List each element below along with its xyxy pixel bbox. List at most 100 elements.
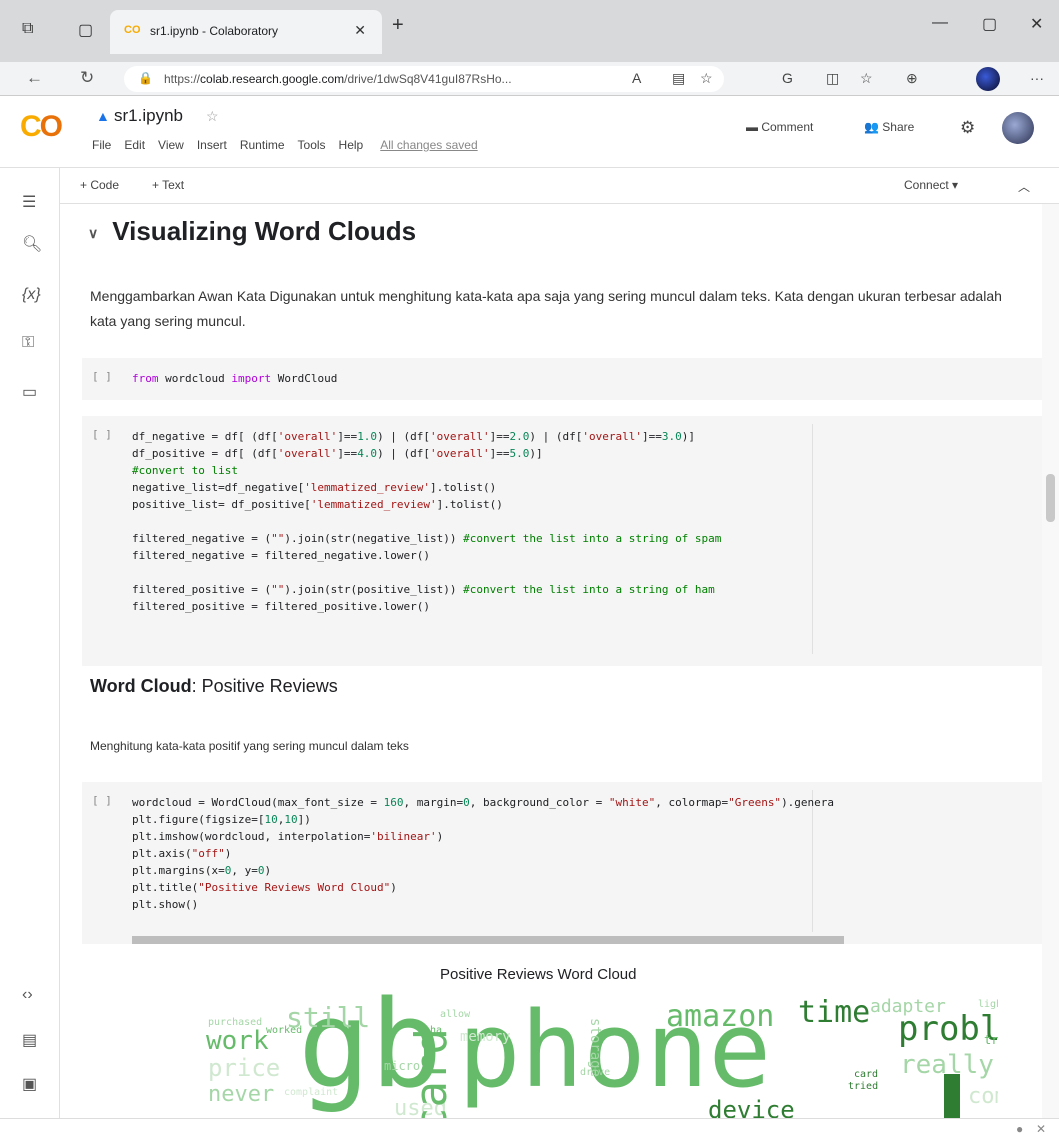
- word: b card: [406, 1028, 457, 1118]
- word: card: [854, 1069, 879, 1080]
- word: price: [208, 1054, 281, 1082]
- word: memory: [460, 1029, 511, 1045]
- cell-horizontal-scrollbar[interactable]: [132, 936, 844, 944]
- code-text[interactable]: wordcloud = WordCloud(max_font_size = 16…: [132, 794, 834, 913]
- left-sidebar: ☰ 🔍︎ {x} ⚿ ▭ ‹› ▤ ▣: [0, 168, 60, 1118]
- word: time: [798, 995, 871, 1030]
- chevron-down-icon[interactable]: ∨: [88, 225, 98, 242]
- gear-icon[interactable]: ⚙: [960, 118, 975, 138]
- word: problem: [898, 1009, 998, 1049]
- run-cell-bracket[interactable]: [ ]: [92, 794, 112, 807]
- drive-icon: ▲: [96, 108, 110, 124]
- word: come: [968, 1084, 998, 1109]
- close-status-icon[interactable]: ✕: [1036, 1122, 1046, 1136]
- cell-ruler: [812, 424, 813, 654]
- word: storage: [587, 1018, 603, 1078]
- address-bar: ← ↻ 🔒 https://colab.research.google.com/…: [0, 62, 1059, 96]
- subheading: Word Cloud: Positive Reviews: [90, 676, 338, 696]
- lock-icon[interactable]: 🔒: [138, 71, 153, 85]
- status-bar: ● ✕: [0, 1118, 1059, 1140]
- save-status[interactable]: All changes saved: [380, 138, 477, 152]
- terminal-icon[interactable]: ▣: [22, 1074, 37, 1094]
- menu-bar: File Edit View Insert Runtime Tools Help…: [92, 138, 478, 152]
- menu-view[interactable]: View: [158, 138, 184, 152]
- menu-runtime[interactable]: Runtime: [240, 138, 285, 152]
- vertical-scrollbar[interactable]: [1042, 204, 1059, 1118]
- chevron-down-icon[interactable]: ▾: [952, 178, 958, 192]
- menu-tools[interactable]: Tools: [298, 138, 326, 152]
- menu-edit[interactable]: Edit: [124, 138, 145, 152]
- search-icon[interactable]: 🔍︎: [22, 234, 42, 254]
- word: worked: [266, 1025, 303, 1036]
- read-aloud-icon[interactable]: A: [632, 70, 641, 86]
- add-text-button[interactable]: + Text: [152, 178, 184, 192]
- menu-help[interactable]: Help: [339, 138, 364, 152]
- share-button[interactable]: 👥 Share: [864, 120, 914, 134]
- word: allow: [440, 1009, 471, 1020]
- colab-favicon-icon: CO: [124, 24, 141, 36]
- close-window-icon[interactable]: ✕: [1030, 14, 1043, 34]
- tabs-icon[interactable]: ▢: [78, 20, 93, 40]
- user-avatar[interactable]: [1002, 112, 1034, 144]
- cell-toolbar: + Code + Text Connect ▾ ︿: [60, 168, 1059, 204]
- table-of-contents-icon[interactable]: ☰: [22, 192, 36, 212]
- star-icon[interactable]: ☆: [206, 108, 219, 125]
- section-heading: ∨ Visualizing Word Clouds: [88, 216, 417, 246]
- code-cell-filter[interactable]: [ ] df_negative = df[ (df['overall']==1.…: [82, 416, 1042, 666]
- scrollbar-thumb[interactable]: [1046, 474, 1055, 522]
- connect-button[interactable]: Connect ▾: [904, 178, 958, 192]
- favorites-icon[interactable]: ☆: [860, 70, 873, 87]
- notebook-filename[interactable]: sr1.ipynb: [114, 106, 183, 126]
- subheading-text: Menghitung kata-kata positif yang sering…: [90, 739, 409, 753]
- variables-icon[interactable]: {x}: [22, 286, 41, 304]
- word: never: [208, 1082, 275, 1107]
- new-tab-icon[interactable]: +: [392, 14, 404, 37]
- back-icon[interactable]: ←: [26, 68, 43, 88]
- command-palette-icon[interactable]: ▤: [22, 1030, 37, 1050]
- favorite-icon[interactable]: ☆: [700, 70, 713, 87]
- status-dot-icon: ●: [1016, 1122, 1024, 1136]
- menu-file[interactable]: File: [92, 138, 111, 152]
- key-icon[interactable]: ⚿: [22, 334, 34, 352]
- browser-profile-avatar[interactable]: [976, 67, 1000, 91]
- word: transfer: [984, 1033, 998, 1047]
- code-text[interactable]: from wordcloud import WordCloud: [132, 370, 337, 387]
- folder-icon[interactable]: ▭: [22, 382, 37, 402]
- word: complaint: [284, 1087, 339, 1098]
- collapse-header-icon[interactable]: ︿: [1018, 178, 1030, 195]
- more-icon[interactable]: ···: [1030, 70, 1044, 86]
- collections-icon[interactable]: ⊕: [906, 70, 918, 87]
- tab-actions-icon[interactable]: ⧉: [22, 20, 33, 38]
- tab-title: sr1.ipynb - Colaboratory: [150, 24, 279, 38]
- run-cell-bracket[interactable]: [ ]: [92, 428, 112, 441]
- maximize-icon[interactable]: ▢: [982, 14, 997, 34]
- word: light: [978, 999, 998, 1010]
- colab-logo[interactable]: CO: [20, 110, 63, 144]
- code-cell-import[interactable]: [ ] from wordcloud import WordCloud: [82, 358, 1042, 400]
- add-code-button[interactable]: + Code: [80, 178, 119, 192]
- reload-icon[interactable]: ↻: [80, 68, 94, 88]
- extensions-icon[interactable]: G: [782, 70, 793, 86]
- reader-icon[interactable]: ▤: [672, 70, 685, 87]
- word: device: [708, 1096, 795, 1118]
- code-snippets-icon[interactable]: ‹›: [22, 986, 33, 1004]
- intro-paragraph: Menggambarkan Awan Kata Digunakan untuk …: [90, 288, 1002, 329]
- wordcloud-bar-glyph: [944, 1074, 960, 1118]
- wordcloud-image: gb phone amazon time problem work still …: [148, 990, 998, 1118]
- menu-insert[interactable]: Insert: [197, 138, 227, 152]
- notebook-area: ∨ Visualizing Word Clouds Menggambarkan A…: [60, 204, 1042, 1118]
- word: amazon: [666, 999, 775, 1034]
- split-icon[interactable]: ◫: [826, 70, 839, 87]
- browser-tab[interactable]: CO sr1.ipynb - Colaboratory ✕: [110, 10, 382, 54]
- colab-header: CO ▲ sr1.ipynb ☆ File Edit View Insert R…: [0, 96, 1059, 168]
- word: work: [206, 1026, 269, 1056]
- wordcloud-title: Positive Reviews Word Cloud: [440, 966, 637, 983]
- run-cell-bracket[interactable]: [ ]: [92, 370, 112, 383]
- tab-close-icon[interactable]: ✕: [354, 22, 366, 39]
- word: tried: [848, 1081, 879, 1092]
- word: purchased: [208, 1017, 263, 1028]
- minimize-icon[interactable]: —: [932, 14, 948, 32]
- code-cell-wordcloud[interactable]: [ ] wordcloud = WordCloud(max_font_size …: [82, 782, 1042, 944]
- code-text[interactable]: df_negative = df[ (df['overall']==1.0) |…: [132, 428, 721, 615]
- comment-button[interactable]: ▬ Comment: [746, 120, 813, 134]
